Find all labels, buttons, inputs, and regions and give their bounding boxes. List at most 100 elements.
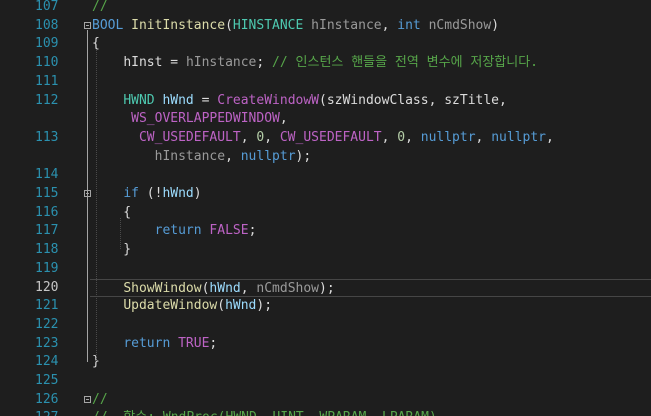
line-number: 123 — [35, 335, 59, 351]
code-token: ); — [319, 280, 335, 296]
line-number: 112 — [35, 92, 59, 108]
line-number: 119 — [35, 260, 59, 276]
code-line-content: UpdateWindow(hWnd); — [90, 297, 651, 315]
code-line[interactable]: 124} — [0, 353, 651, 371]
code-token: hInst — [123, 55, 163, 71]
code-token: hWnd — [209, 280, 241, 296]
code-token: CW_USEDEFAULT — [138, 129, 241, 145]
line-number: 117 — [35, 223, 59, 239]
line-number: 120 — [35, 279, 59, 295]
code-line[interactable]: 111 — [0, 73, 651, 91]
code-line-content: ShowWindow(hWnd, nCmdShow); — [90, 278, 651, 297]
code-token: hInstance — [185, 55, 257, 71]
code-token: nullptr — [420, 129, 476, 145]
code-line[interactable]: 122 — [0, 316, 651, 334]
code-token: ShowWindow — [123, 280, 202, 296]
code-token: { — [92, 204, 132, 220]
code-token: if — [123, 186, 139, 201]
code-token: , — [240, 280, 257, 296]
code-line-content: // — [90, 391, 651, 409]
code-token: , — [264, 129, 280, 145]
code-line[interactable]: 108 BOOL InitInstance(HINSTANCE hInstance… — [0, 17, 651, 35]
line-number: 116 — [35, 204, 59, 220]
code-line-content: return TRUE; — [90, 335, 651, 353]
code-line[interactable]: 126 // — [0, 391, 651, 409]
code-line[interactable]: 107 // — [0, 0, 651, 16]
code-token: ; — [248, 223, 257, 239]
code-line[interactable]: 113 CW_USEDEFAULT, 0, CW_USEDEFAULT, 0, … — [0, 129, 651, 147]
code-token: , — [381, 17, 398, 33]
indent-guide — [96, 49, 97, 362]
code-line[interactable]: 109 { — [0, 35, 651, 53]
code-token: nullptr — [491, 129, 546, 145]
code-token: , — [240, 129, 257, 145]
code-token: return — [154, 223, 202, 239]
code-token: UpdateWindow — [123, 298, 218, 314]
code-line[interactable]: 121 UpdateWindow(hWnd); — [0, 297, 651, 315]
line-number: 114 — [35, 167, 59, 183]
code-line[interactable]: 123 return TRUE; — [0, 335, 651, 353]
code-token: ( — [225, 17, 233, 33]
code-line[interactable]: 118 } — [0, 241, 651, 259]
code-token: ); — [256, 298, 273, 314]
code-token: InitInstance — [131, 17, 226, 33]
code-line-content — [90, 316, 651, 334]
code-line-content: { — [90, 204, 651, 222]
code-line-content: BOOL InitInstance(HINSTANCE hInstance, i… — [90, 17, 651, 35]
code-token: , — [381, 129, 398, 145]
code-line-content: } — [90, 241, 651, 259]
code-token: ) — [491, 17, 500, 33]
code-token: hWnd — [162, 92, 194, 108]
code-editor[interactable]: 107//108 BOOL InitInstance(HINSTANCE hIns… — [0, 0, 651, 416]
line-number: 107 — [35, 0, 59, 14]
indent-guide — [120, 217, 121, 250]
code-line[interactable]: 119 — [0, 260, 651, 278]
code-line[interactable]: 127// 함수: WndProc(HWND, UINT, WPARAM, LP… — [0, 409, 651, 416]
code-token: WS_OVERLAPPEDWINDOW — [131, 111, 280, 127]
code-line[interactable]: 115 if (!hWnd) — [0, 185, 651, 203]
code-line-content — [90, 372, 651, 390]
code-line-content: // — [90, 0, 651, 16]
outline-bar — [87, 29, 88, 363]
code-token: BOOL — [92, 17, 124, 33]
code-line[interactable]: WS_OVERLAPPEDWINDOW, — [0, 110, 651, 128]
code-line-content: CW_USEDEFAULT, 0, CW_USEDEFAULT, 0, null… — [90, 129, 651, 147]
code-line[interactable]: 114 — [0, 166, 651, 184]
code-token: , — [405, 129, 421, 145]
code-line-content — [90, 260, 651, 278]
line-number: 121 — [35, 298, 59, 314]
code-line-content: } — [90, 353, 651, 371]
code-token: ; — [209, 335, 218, 351]
code-token: nCmdShow — [428, 17, 492, 33]
code-line[interactable]: 117 return FALSE; — [0, 222, 651, 240]
line-number: 110 — [35, 55, 59, 71]
code-line[interactable]: 112 HWND hWnd = CreateWindowW(szWindowCl… — [0, 92, 651, 110]
line-number: 113 — [35, 129, 59, 145]
code-line[interactable]: 116 { — [0, 204, 651, 222]
code-line[interactable]: 120 ShowWindow(hWnd, nCmdShow); — [0, 278, 651, 297]
code-token: } — [92, 242, 132, 258]
code-token: (! — [138, 186, 163, 201]
outline-bar — [87, 198, 88, 251]
code-token: FALSE — [209, 223, 249, 239]
code-token: return — [123, 335, 171, 351]
line-number: 115 — [35, 186, 59, 201]
code-token: HINSTANCE — [232, 17, 304, 33]
code-token: 0 — [397, 129, 406, 145]
code-line-content: hInstance, nullptr); — [90, 148, 651, 166]
code-line[interactable]: 110 hInst = hInstance; // 인스턴스 핸들을 전역 변수… — [0, 54, 651, 72]
code-line[interactable]: 125 — [0, 372, 651, 390]
code-line[interactable]: hInstance, nullptr); — [0, 148, 651, 166]
code-line-content: if (!hWnd) — [90, 185, 651, 203]
line-number: 126 — [35, 391, 59, 407]
code-token: , — [225, 148, 241, 164]
code-line-content: { — [90, 35, 651, 53]
code-token: , — [475, 129, 492, 145]
